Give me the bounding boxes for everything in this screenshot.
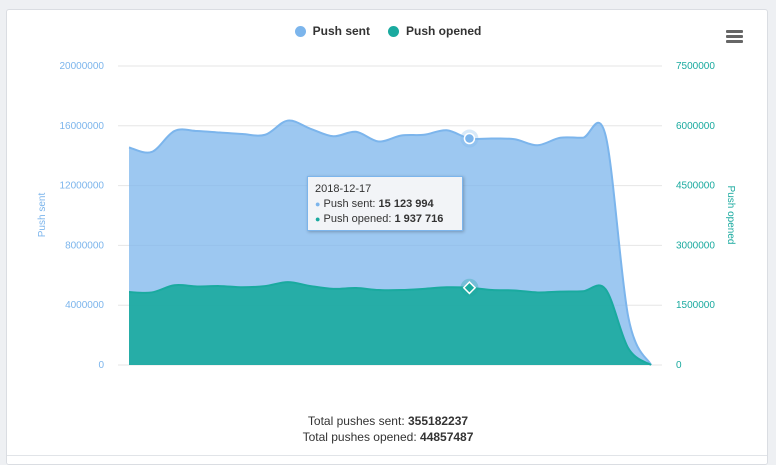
chart-legend: Push sent Push opened bbox=[0, 24, 776, 38]
tooltip-value-push-opened: 1 937 716 bbox=[394, 213, 444, 225]
legend-marker-push-opened bbox=[388, 25, 399, 37]
tooltip-row-push-opened: ● Push opened: 1 937 716 bbox=[315, 212, 455, 227]
total-sent-value: 355182237 bbox=[408, 414, 469, 428]
chart-tooltip: 2018-12-17 ● Push sent: 15 123 994 ● Pus… bbox=[307, 176, 463, 231]
total-opened-value: 44857487 bbox=[420, 430, 474, 444]
tooltip-value-push-sent: 15 123 994 bbox=[378, 198, 434, 210]
legend-marker-push-sent bbox=[294, 25, 306, 37]
tooltip-dot-icon: ● bbox=[315, 199, 321, 209]
left-tick-label: 16000000 bbox=[60, 121, 105, 132]
left-tick-label: 12000000 bbox=[60, 181, 105, 192]
right-axis-title: Push opened bbox=[725, 186, 736, 245]
left-tick-label: 20000000 bbox=[60, 61, 105, 72]
left-axis-title: Push sent bbox=[37, 193, 48, 238]
series-areas[interactable] bbox=[128, 119, 652, 366]
right-tick-label: 0 bbox=[676, 360, 682, 371]
right-tick-label: 4500000 bbox=[676, 181, 715, 192]
legend-label-push-opened: Push opened bbox=[406, 24, 482, 38]
area-push-opened[interactable] bbox=[129, 282, 651, 365]
total-sent-line: Total pushes sent: 355182237 bbox=[0, 413, 776, 429]
right-tick-label: 3000000 bbox=[676, 240, 715, 251]
tooltip-label-push-sent: Push sent: bbox=[323, 198, 376, 210]
right-axis-ticks: 7500000 6000000 4500000 3000000 1500000 0 bbox=[676, 61, 715, 371]
total-sent-label: Total pushes sent: bbox=[307, 414, 405, 428]
menu-bar bbox=[726, 35, 743, 38]
left-tick-label: 4000000 bbox=[65, 300, 104, 311]
total-opened-label: Total pushes opened: bbox=[302, 430, 417, 444]
tooltip-label-push-opened: Push opened: bbox=[323, 213, 392, 225]
menu-bar bbox=[726, 40, 743, 43]
chart-area: 200000001600000012000000800000040000000 … bbox=[37, 61, 736, 371]
hamburger-menu-icon[interactable] bbox=[726, 30, 743, 44]
menu-bar bbox=[726, 30, 743, 33]
legend-label-push-sent: Push sent bbox=[312, 24, 370, 38]
tooltip-row-push-sent: ● Push sent: 15 123 994 bbox=[315, 197, 455, 212]
totals-summary: Total pushes sent: 355182237 Total pushe… bbox=[0, 413, 776, 445]
left-axis-ticks: 20000000 16000000 12000000 8000000 4000000 0 bbox=[60, 61, 105, 371]
right-tick-label: 6000000 bbox=[676, 121, 715, 132]
legend-item-push-opened[interactable]: Push opened bbox=[388, 24, 481, 38]
left-tick-label: 8000000 bbox=[65, 240, 104, 251]
tooltip-dot-icon: ● bbox=[315, 214, 321, 224]
total-opened-line: Total pushes opened: 44857487 bbox=[0, 429, 776, 445]
legend-item-push-sent[interactable]: Push sent bbox=[294, 24, 370, 38]
right-tick-label: 7500000 bbox=[676, 61, 715, 72]
right-tick-label: 1500000 bbox=[676, 300, 715, 311]
tooltip-date: 2018-12-17 bbox=[315, 183, 372, 195]
left-tick-label: 0 bbox=[98, 360, 104, 371]
point-push-sent bbox=[463, 132, 476, 145]
